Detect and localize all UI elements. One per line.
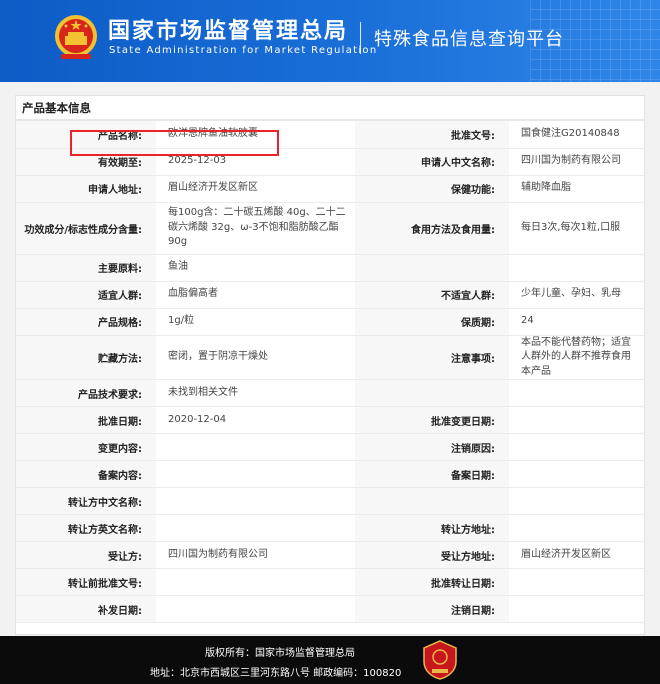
field-label: 不适宜人群: xyxy=(355,281,509,309)
table-row: 功效成分/标志性成分含量: 每100g含：二十碳五烯酸 40g、二十二碳六烯酸 3… xyxy=(16,202,646,255)
field-label: 备案内容: xyxy=(16,460,156,488)
field-label: 功效成分/标志性成分含量: xyxy=(16,202,156,255)
field-label: 批准变更日期: xyxy=(355,406,509,434)
field-value: 每日3次,每次1粒,口服 xyxy=(509,202,646,255)
field-label: 变更内容: xyxy=(16,433,156,461)
field-value xyxy=(156,433,355,461)
table-row: 产品规格: 1g/粒 保质期: 24 xyxy=(16,308,646,336)
field-label: 贮藏方法: xyxy=(16,335,156,380)
field-label: 转让前批准文号: xyxy=(16,568,156,596)
gov-badge-icon[interactable] xyxy=(422,640,458,680)
field-value xyxy=(509,595,646,623)
table-row: 变更内容: 注销原因: xyxy=(16,433,646,461)
field-value xyxy=(509,379,646,407)
field-value xyxy=(156,595,355,623)
field-value xyxy=(156,487,355,515)
field-value: 四川国为制药有限公司 xyxy=(509,148,646,176)
field-label: 申请人地址: xyxy=(16,175,156,203)
footer-address: 地址：北京市西城区三里河东路八号 邮政编码：100820 xyxy=(150,668,402,679)
field-value: 少年儿童、孕妇、乳母 xyxy=(509,281,646,309)
field-label: 申请人中文名称: xyxy=(355,148,509,176)
field-label: 转让方中文名称: xyxy=(16,487,156,515)
field-label: 食用方法及食用量: xyxy=(355,202,509,255)
table-row: 产品技术要求: 未找到相关文件 xyxy=(16,379,646,407)
field-label: 产品技术要求: xyxy=(16,379,156,407)
field-value: 眉山经济开发区新区 xyxy=(156,175,355,203)
table-row: 主要原料: 鱼油 xyxy=(16,254,646,282)
header-divider xyxy=(360,22,361,54)
table-row: 转让方中文名称: xyxy=(16,487,646,515)
field-value xyxy=(156,514,355,542)
field-value: 辅助降血脂 xyxy=(509,175,646,203)
table-row: 有效期至: 2025-12-03 申请人中文名称: 四川国为制药有限公司 xyxy=(16,148,646,176)
site-footer: 版权所有：国家市场监督管理总局 地址：北京市西城区三里河东路八号 邮政编码：10… xyxy=(0,636,660,684)
table-row: 贮藏方法: 密闭，置于阴凉干燥处 注意事项: 本品不能代替药物；适宜人群外的人群不推荐… xyxy=(16,335,646,380)
field-value xyxy=(156,460,355,488)
table-row: 转让方英文名称: 转让方地址: xyxy=(16,514,646,542)
field-label xyxy=(355,254,509,282)
field-value: 本品不能代替药物；适宜人群外的人群不推荐食用本产品 xyxy=(509,335,646,380)
field-label: 转让方地址: xyxy=(355,514,509,542)
field-value xyxy=(509,433,646,461)
field-value xyxy=(156,568,355,596)
field-label: 批准转让日期: xyxy=(355,568,509,596)
site-header: 国家市场监督管理总局 State Administration for Mark… xyxy=(0,0,660,82)
table-row: 补发日期: 注销日期: xyxy=(16,595,646,623)
field-value xyxy=(509,254,646,282)
field-value: 鱼油 xyxy=(156,254,355,282)
field-label: 注意事项: xyxy=(355,335,509,380)
agency-title-en: State Administration for Market Regulati… xyxy=(109,45,378,56)
field-label: 保健功能: xyxy=(355,175,509,203)
field-label: 转让方英文名称: xyxy=(16,514,156,542)
agency-title-cn: 国家市场监督管理总局 xyxy=(108,19,349,44)
field-label xyxy=(355,379,509,407)
table-row: 批准日期: 2020-12-04 批准变更日期: xyxy=(16,406,646,434)
field-value: 1g/粒 xyxy=(156,308,355,336)
field-label: 受让方地址: xyxy=(355,541,509,569)
field-label: 批准文号: xyxy=(355,121,509,149)
table-row: 备案内容: 备案日期: xyxy=(16,460,646,488)
field-value: 2020-12-04 xyxy=(156,406,355,434)
field-label: 批准日期: xyxy=(16,406,156,434)
field-label: 补发日期: xyxy=(16,595,156,623)
field-label: 主要原料: xyxy=(16,254,156,282)
table-row: 适宜人群: 血脂偏高者 不适宜人群: 少年儿童、孕妇、乳母 xyxy=(16,281,646,309)
field-value: 眉山经济开发区新区 xyxy=(509,541,646,569)
national-emblem-icon xyxy=(55,15,97,59)
field-value xyxy=(509,460,646,488)
field-label xyxy=(355,487,509,515)
field-label: 保质期: xyxy=(355,308,509,336)
field-label: 有效期至: xyxy=(16,148,156,176)
field-value: 四川国为制药有限公司 xyxy=(156,541,355,569)
field-value: 未找到相关文件 xyxy=(156,379,355,407)
field-label: 产品规格: xyxy=(16,308,156,336)
field-label: 注销原因: xyxy=(355,433,509,461)
field-value xyxy=(509,487,646,515)
field-value xyxy=(509,514,646,542)
product-info-panel: 产品基本信息 产品名称: 欧洋恩牌鱼油软胶囊 批准文号: 国食健注G20140848 有… xyxy=(15,95,646,635)
table-row: 产品名称: 欧洋恩牌鱼油软胶囊 批准文号: 国食健注G20140848 xyxy=(16,121,646,149)
field-value: 国食健注G20140848 xyxy=(509,121,646,149)
panel-title: 产品基本信息 xyxy=(16,96,644,121)
field-label: 适宜人群: xyxy=(16,281,156,309)
field-value: 欧洋恩牌鱼油软胶囊 xyxy=(156,121,355,149)
field-label: 备案日期: xyxy=(355,460,509,488)
product-info-table: 产品名称: 欧洋恩牌鱼油软胶囊 批准文号: 国食健注G20140848 有效期至: 202… xyxy=(16,121,646,623)
table-row: 受让方: 四川国为制药有限公司 受让方地址: 眉山经济开发区新区 xyxy=(16,541,646,569)
platform-title: 特殊食品信息查询平台 xyxy=(374,29,564,50)
field-value: 每100g含：二十碳五烯酸 40g、二十二碳六烯酸 32g、ω-3不饱和脂肪酸乙… xyxy=(156,202,355,255)
field-value xyxy=(509,568,646,596)
field-value: 2025-12-03 xyxy=(156,148,355,176)
field-value: 24 xyxy=(509,308,646,336)
footer-copyright: 版权所有：国家市场监督管理总局 xyxy=(205,648,355,659)
field-value: 血脂偏高者 xyxy=(156,281,355,309)
field-value: 密闭，置于阴凉干燥处 xyxy=(156,335,355,380)
field-label: 产品名称: xyxy=(16,121,156,149)
field-label: 受让方: xyxy=(16,541,156,569)
table-row: 申请人地址: 眉山经济开发区新区 保健功能: 辅助降血脂 xyxy=(16,175,646,203)
table-row: 转让前批准文号: 批准转让日期: xyxy=(16,568,646,596)
field-label: 注销日期: xyxy=(355,595,509,623)
field-value xyxy=(509,406,646,434)
